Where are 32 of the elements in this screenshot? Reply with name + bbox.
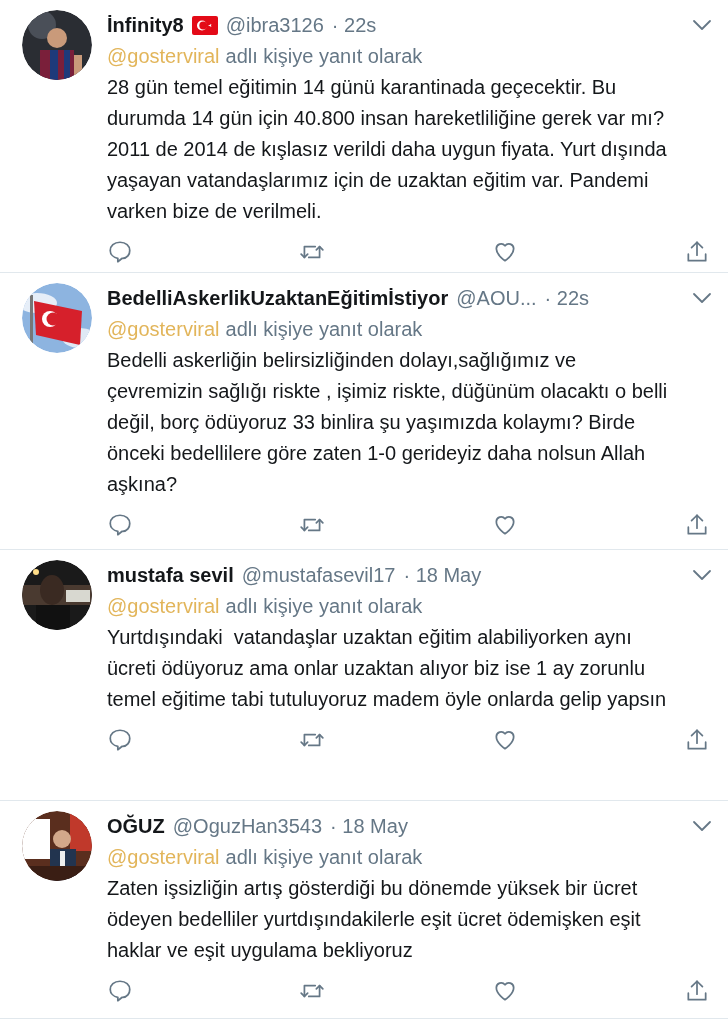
user-handle[interactable]: @OguzHan3543 [172,811,323,841]
tweet-text: Bedelli askerliğin belirsizliğinden dolayı,sağlığımız ve çevremizin sağlığı riskte , işimiz riskte, düğünüm olacaktı o belli değil, borç ödüyoruz 33 binlira şu yaşımızda kolaymı? Birde önceki bedellilere göre zaten 1-0 gerideyiz daha nolsun Allah aşkına? [107,348,669,497]
reply-label: adlı kişiye yanıt olarak [225,317,423,342]
user-handle[interactable]: @ibra3126 [225,10,324,40]
display-name[interactable]: İnfinity8 [107,10,184,40]
chevron-down-icon[interactable] [692,19,712,31]
reply-icon[interactable] [107,727,133,753]
chevron-down-icon[interactable] [692,292,712,304]
display-name[interactable]: OĞUZ [107,811,165,841]
tweet-text: Yurtdışındaki vatandaşlar uzaktan eğitim alabiliyorken aynı ücreti ödüyoruz ama onlar uzaktan alıyor biz ise 1 ay zorunlu temel eğitime tabi tutuluyoruz madem öyle onlarda gelip yapsın [107,625,668,712]
share-icon[interactable] [684,239,710,265]
reply-icon[interactable] [107,512,133,538]
share-icon[interactable] [684,727,710,753]
user-handle[interactable]: @AOU... [456,283,537,313]
tweet-time: · 22s [331,13,377,38]
display-name[interactable]: BedelliAskerlikUzaktanEğitimİstiyor [107,283,449,313]
tweet-time: · 18 May [330,814,408,839]
tweet-text: Zaten işsizliğin artış gösterdiği bu dönemde yüksek bir ücret ödeyen bedelliler yurtdışındakilerle eşit ücret ödemişken eşit haklar ve eşit uygulama bekliyoruz [107,876,642,963]
reply-icon[interactable] [107,978,133,1004]
chevron-down-icon[interactable] [692,569,712,581]
reply-icon[interactable] [107,239,133,265]
display-name[interactable]: mustafa sevil [107,560,234,590]
tweet-time: · 22s [544,286,589,311]
share-icon[interactable] [684,512,710,538]
reply-label: adlı kişiye yanıt olarak [225,44,423,69]
tweet-text: 28 gün temel eğitimin 14 günü karantinada geçecektir. Bu durumda 14 gün için 40.800 insan hareketliliğine gerek var mı? 2011 de 2014 de kışlasız verildi daha uygun fiyata. Yurt dışında yaşayan vatandaşlarımız için de uzaktan eğitim var. Pandemi varken bize de verilmeli. [107,75,668,224]
reply-label: adlı kişiye yanıt olarak [225,845,423,870]
share-icon[interactable] [684,978,710,1004]
reply-label: adlı kişiye yanıt olarak [225,594,423,619]
chevron-down-icon[interactable] [692,820,712,832]
user-handle[interactable]: @mustafasevil17 [241,560,396,590]
tweet-time: · 18 May [403,563,482,588]
